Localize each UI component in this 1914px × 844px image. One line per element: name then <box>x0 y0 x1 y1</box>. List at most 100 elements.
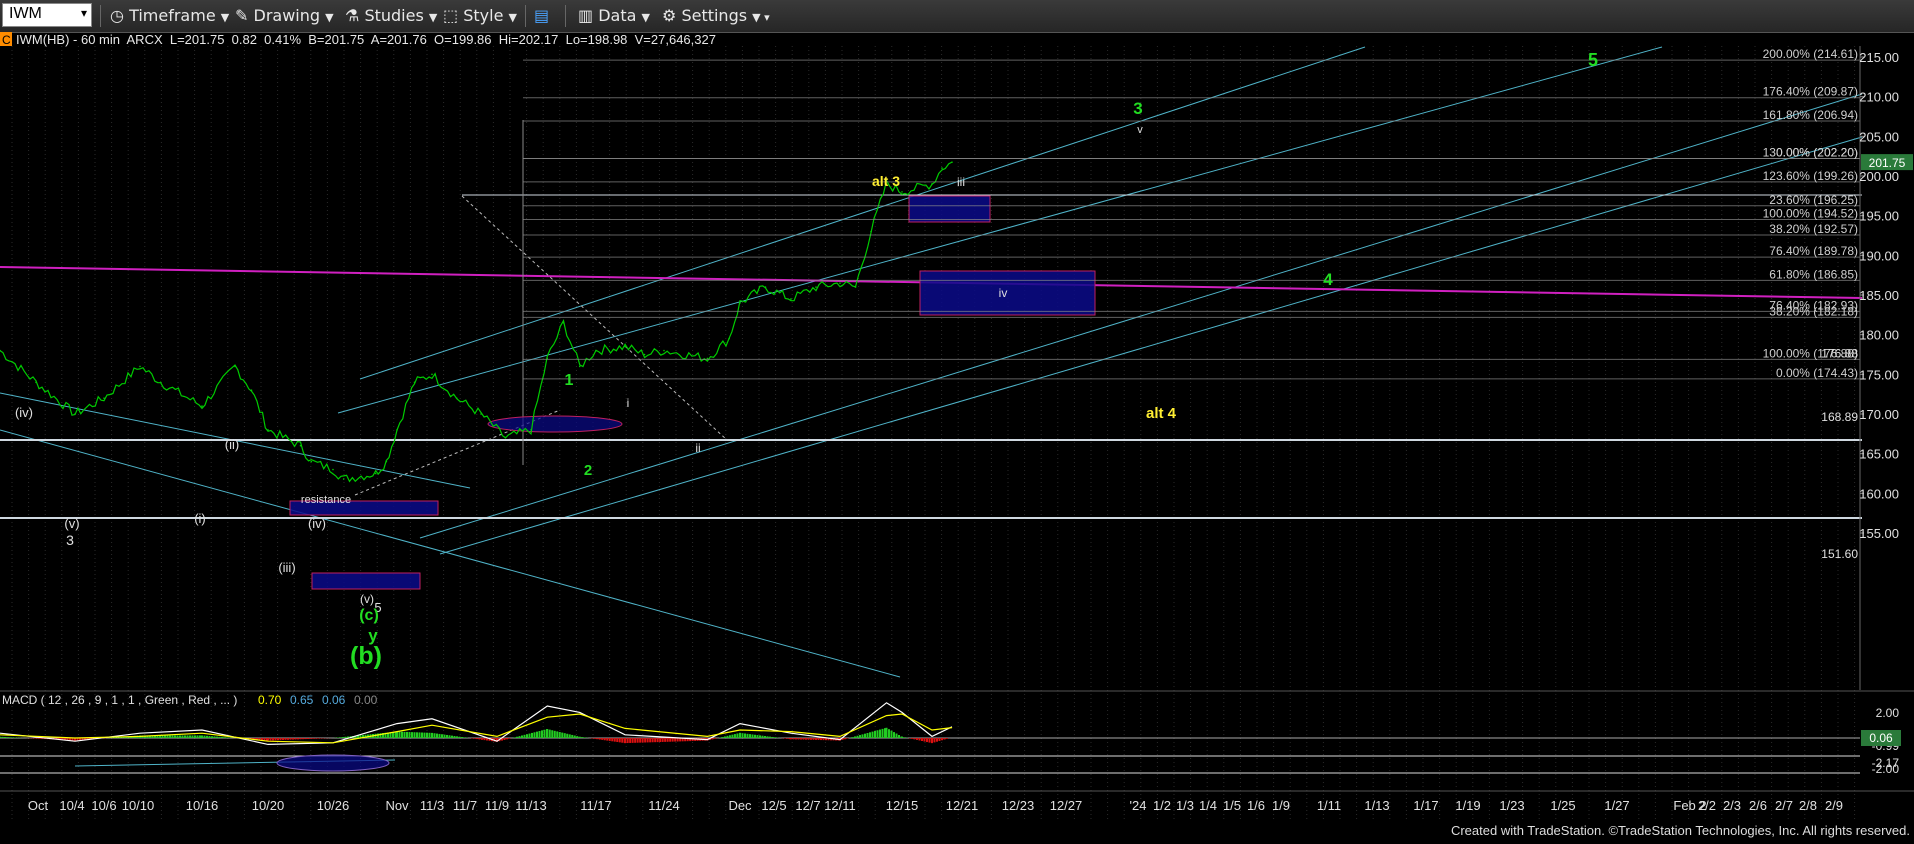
data-label: Data <box>598 6 637 25</box>
fib-level-label: 176.40% (209.87) <box>1763 85 1858 99</box>
wave-label: (c) <box>359 607 379 624</box>
fib-level-label: 23.60% (196.25) <box>1769 193 1858 207</box>
chevron-down-icon: ▼ <box>641 11 650 24</box>
x-tick-label: 1/23 <box>1499 798 1524 813</box>
price-point <box>267 429 269 431</box>
x-tick-label: 11/17 <box>580 798 612 813</box>
c-marker: C <box>2 33 11 47</box>
x-tick-label: 1/17 <box>1413 798 1438 813</box>
fib-level-label: 100.00% (194.52) <box>1763 206 1858 220</box>
price-point <box>139 365 141 368</box>
fib-level-label: 38.20% (192.57) <box>1769 222 1858 236</box>
price-point <box>578 365 581 368</box>
chevron-down-icon: ▼ <box>220 11 230 24</box>
fib-level-label: 38.20% (182.18) <box>1769 304 1858 318</box>
studies-label: Studies <box>364 6 424 25</box>
fib-level-label: 200.00% (214.61) <box>1763 47 1858 61</box>
wave-label: 5 <box>1588 50 1598 70</box>
price-chart[interactable]: C IWM(HB) - 60 min ARCX L=201.75 0.82 0.… <box>0 32 1914 840</box>
x-tick-label: 2/7 <box>1775 798 1793 813</box>
x-tick-label: 10/10 <box>122 798 155 813</box>
price-point <box>385 460 388 463</box>
fib-level-label: 0.00% (174.43) <box>1776 366 1858 380</box>
wave-label: v <box>1137 124 1143 136</box>
wave-label: resistance <box>301 494 351 506</box>
x-tick-label: 10/20 <box>252 798 285 813</box>
last-price-label: 201.75 <box>1869 156 1906 170</box>
price-point <box>643 353 646 356</box>
layout-button[interactable]: ▤ <box>534 5 549 27</box>
data-menu[interactable]: ▥ Data ▼ <box>578 5 650 27</box>
wave-label: (iv) <box>15 405 33 420</box>
x-tick-label: 10/16 <box>186 798 219 813</box>
price-point <box>595 349 597 352</box>
price-point <box>310 460 313 463</box>
x-tick-label: 10/26 <box>317 798 350 813</box>
bar-chart-icon: ▥ <box>578 6 594 25</box>
x-tick-label: 12/11 <box>824 798 856 813</box>
x-tick-label: 1/2 <box>1153 798 1171 813</box>
x-tick-label: Nov <box>385 798 409 813</box>
x-tick-label: 1/3 <box>1176 798 1194 813</box>
channel-bottom-line <box>439 136 1863 555</box>
symbol-input[interactable]: IWM ▾ <box>2 3 92 27</box>
style-menu[interactable]: ⬚ Style ▼ <box>443 5 517 27</box>
time-axis: Oct 10/4 10/6 10/10 10/16 10/20 10/26 Nov 11/3 11… <box>0 790 1914 813</box>
price-point <box>941 167 943 169</box>
macd-legend-value: 0.00 <box>354 693 378 707</box>
price-point <box>739 302 741 304</box>
price-point <box>431 373 433 376</box>
price-point <box>854 286 857 288</box>
price-point <box>250 389 253 392</box>
price-point <box>396 429 398 431</box>
price-point <box>374 472 377 475</box>
macd-legend-value: 0.06 <box>322 693 346 707</box>
studies-icon: ⚗ <box>345 6 360 25</box>
x-tick-label: 12/27 <box>1050 798 1083 813</box>
price-point <box>455 397 458 399</box>
price-point <box>815 286 817 288</box>
drawing-menu[interactable]: ✎ Drawing ▼ <box>235 5 334 27</box>
macd-tick-label: -2.00 <box>1872 762 1900 776</box>
chevron-down-icon[interactable]: ▾ <box>81 6 87 20</box>
toolbar-divider <box>100 5 101 27</box>
x-tick-label: 12/21 <box>946 798 979 813</box>
macd-last-value: 0.06 <box>1869 731 1893 745</box>
drawings <box>0 46 1863 678</box>
price-point <box>299 444 302 447</box>
box-iv-target <box>919 270 1096 316</box>
x-tick-label: '24 <box>1130 798 1147 813</box>
x-tick-label: 1/4 <box>1199 798 1217 813</box>
wave-label: (iii) <box>278 560 295 575</box>
x-tick-label: 11/3 <box>420 798 444 813</box>
price-point <box>764 286 767 288</box>
pencil-icon: ✎ <box>235 6 249 25</box>
y-tick-label: 210.00 <box>1859 90 1899 105</box>
wave-label: (b) <box>350 642 382 670</box>
price-point <box>332 468 334 471</box>
x-tick-label: 1/27 <box>1604 798 1629 813</box>
settings-menu[interactable]: ⚙ Settings ▼ ▾ <box>662 5 770 27</box>
x-tick-label: 1/5 <box>1223 798 1241 813</box>
wave-label: 3 <box>66 532 74 548</box>
wave-label: (iv) <box>308 516 326 531</box>
x-tick-label: 11/7 <box>453 798 477 813</box>
y-tick-label: 195.00 <box>1859 209 1899 224</box>
y-tick-label: 160.00 <box>1859 486 1899 501</box>
x-tick-label: 1/9 <box>1272 798 1290 813</box>
x-tick-label: 2/9 <box>1825 798 1843 813</box>
y-tick-label: 165.00 <box>1859 447 1899 462</box>
fib-level-label: 61.80% (186.85) <box>1769 267 1858 281</box>
wave-label: (v) <box>64 516 79 531</box>
price-point <box>234 365 236 368</box>
toolbar-divider <box>525 5 526 27</box>
x-tick-label: 11/24 <box>648 798 680 813</box>
wave-label: iv <box>999 286 1008 300</box>
timeframe-menu[interactable]: ◷ Timeframe ▼ <box>110 5 229 27</box>
y-tick-label: 205.00 <box>1859 129 1899 144</box>
price-point <box>504 437 507 439</box>
chart-area[interactable]: C IWM(HB) - 60 min ARCX L=201.75 0.82 0.… <box>0 32 1914 840</box>
studies-menu[interactable]: ⚗ Studies ▼ <box>345 5 437 27</box>
settings-label: Settings <box>681 6 748 25</box>
y-tick-label: 185.00 <box>1859 288 1899 303</box>
